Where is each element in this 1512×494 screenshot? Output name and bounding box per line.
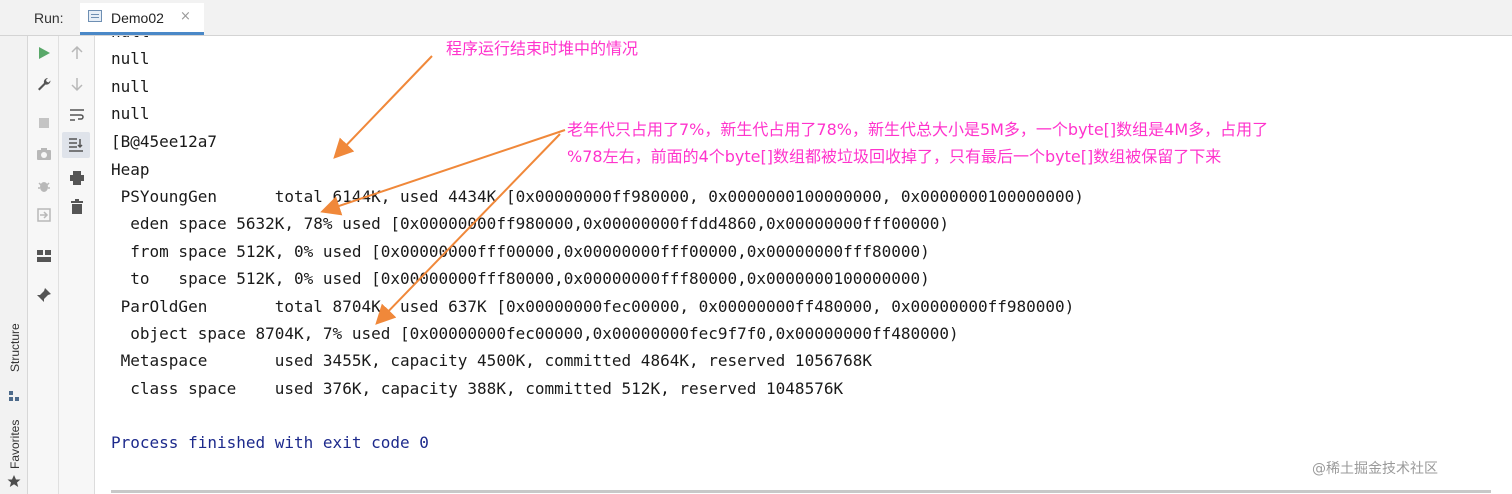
watermark: @稀土掘金技术社区 bbox=[1312, 461, 1438, 477]
arrow-to-eden bbox=[320, 129, 566, 216]
arrow-to-heap bbox=[333, 55, 433, 159]
annotation-arrows bbox=[320, 55, 566, 325]
